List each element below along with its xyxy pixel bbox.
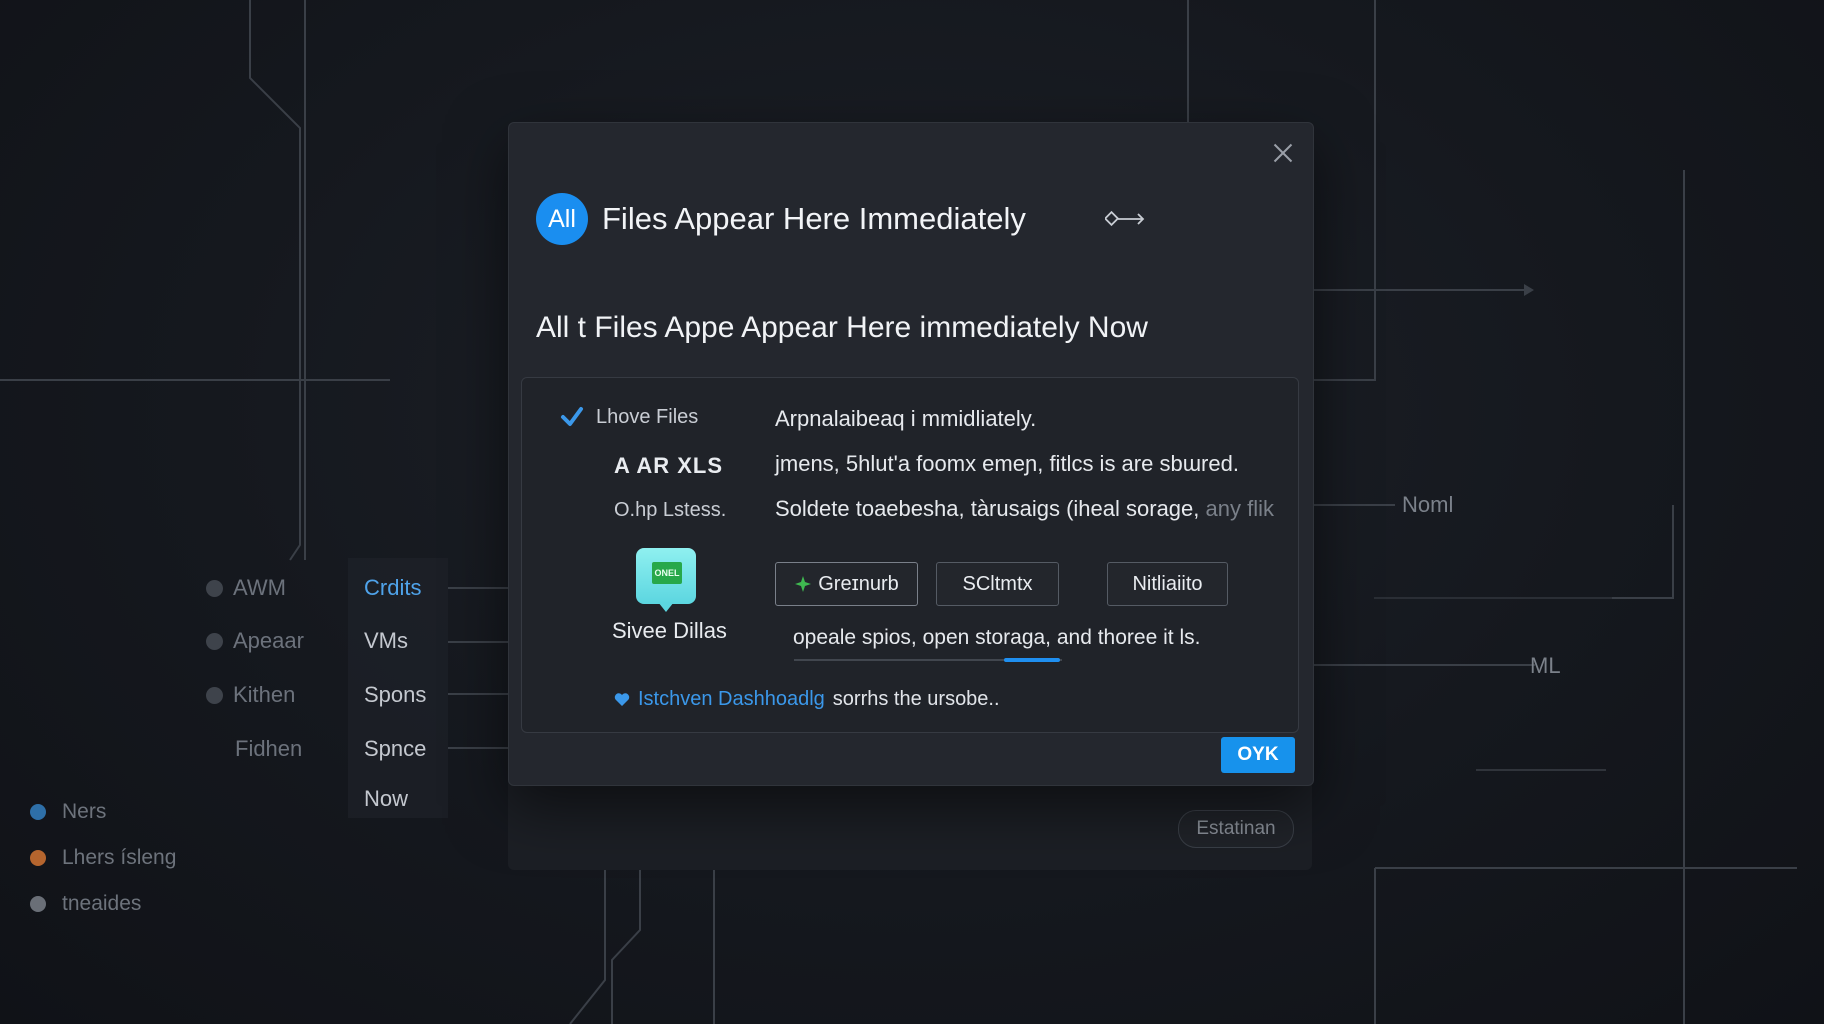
panel-line-1: Arpnalaibeaq i mmidliately. (775, 406, 1037, 431)
progress-track (794, 658, 1062, 662)
circle-icon (206, 579, 223, 597)
legend-item-lhers: Lhers ísleng (30, 846, 176, 870)
storage-caption: opeale spios, open storaga, and thoree i… (793, 626, 1201, 649)
orange-dot-icon (30, 850, 46, 866)
side-item-awm[interactable]: AWM (206, 575, 286, 601)
circle-icon (206, 632, 223, 650)
side-item-apeaar[interactable]: Apeaar (206, 628, 304, 654)
files-dialog: All Files Appear Here Immediately All t … (508, 122, 1314, 786)
side-item-fidhen[interactable]: Fidhen (235, 736, 302, 762)
submenu-item-crdits[interactable]: Crdits (364, 575, 421, 601)
scltmtx-button[interactable]: SCltmtx (936, 562, 1059, 606)
desktop-stage: AWM Apeaar Kithen Fidhen Crdits VMs Spon… (0, 0, 1824, 1024)
greinurb-button[interactable]: Greɪnurb (775, 562, 918, 606)
blue-dot-icon (30, 804, 46, 820)
side-item-kithen[interactable]: Kithen (206, 682, 295, 708)
content-panel: Lhove Files A AR XLS O.hp Lstess. Arpnal… (521, 377, 1299, 733)
app-label: Sivee Dillas (612, 618, 727, 643)
app-tile-icon[interactable]: ONEL (636, 548, 696, 612)
submenu-item-now[interactable]: Now (364, 786, 408, 812)
code-label: A AR XLS (614, 453, 724, 478)
circle-icon (206, 686, 223, 704)
bg-label-noml: Noml (1402, 492, 1454, 517)
dialog-title: Files Appear Here Immediately (602, 201, 1026, 236)
submenu-item-spons[interactable]: Spons (364, 682, 426, 708)
estatinan-button[interactable]: Estatinan (1178, 810, 1294, 848)
ok-button[interactable]: OYK (1221, 737, 1295, 773)
small-label: O.hp Lstess. (614, 499, 727, 521)
dashboard-link[interactable]: Istchven Dashhoadlg (638, 688, 825, 711)
avatar: All (536, 193, 588, 245)
submenu-item-spnce[interactable]: Spnce (364, 736, 426, 762)
close-icon[interactable] (1271, 141, 1295, 165)
link-arrow-icon[interactable] (1105, 209, 1147, 229)
bg-label-ml: ML (1530, 653, 1561, 678)
progress-highlight (1004, 658, 1060, 662)
legend-item-tneaides: tneaides (30, 892, 141, 916)
tile-tail (658, 602, 674, 612)
legend-item-ners: Ners (30, 800, 106, 824)
check-label: Lhove Files (596, 406, 699, 428)
nitliaiito-button[interactable]: Nitliaiito (1107, 562, 1228, 606)
app-screen: ONEL (652, 562, 682, 584)
panel-line-3: Soldete toaebesha, tàrusaigs (iheal sora… (775, 496, 1275, 521)
submenu-item-vms[interactable]: VMs (364, 628, 408, 654)
footer-note: Istchven Dashhoadlg sorrhs the ursobe.. (614, 688, 1000, 711)
gray-dot-icon (30, 896, 46, 912)
dialog-header: All Files Appear Here Immediately (536, 193, 1026, 245)
dialog-subtitle: All t Files Appe Appear Here immediately… (536, 311, 1148, 344)
heart-icon (614, 693, 630, 706)
checkmark-icon (561, 407, 583, 426)
plus-leaf-icon (795, 576, 812, 592)
panel-line-2: jmens, 5hlut'a foomx emeɲ, fitlcs is are… (775, 451, 1239, 476)
